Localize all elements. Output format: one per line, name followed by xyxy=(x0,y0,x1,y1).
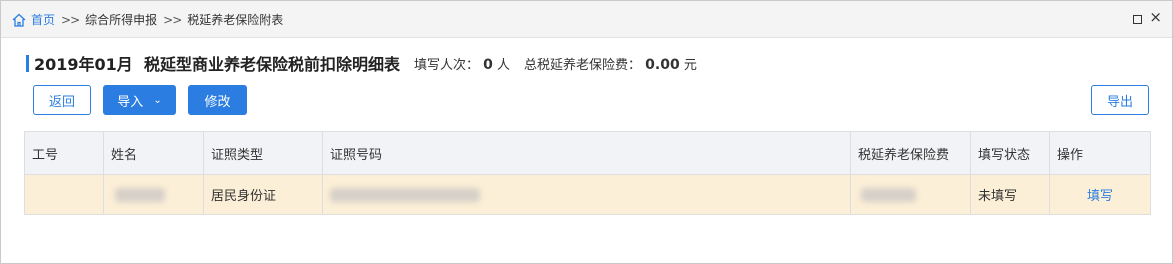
breadcrumb-item-current: 税延养老保险附表 xyxy=(187,13,284,27)
breadcrumb-home[interactable]: 首页 xyxy=(31,11,55,28)
maximize-icon[interactable] xyxy=(1133,15,1142,24)
count-summary: 填写人次： 0 人 xyxy=(414,54,510,73)
column-header-id-type[interactable]: 证照类型 xyxy=(203,131,323,175)
column-header-employee-id[interactable]: 工号 xyxy=(24,131,104,175)
total-label: 总税延养老保险费： xyxy=(524,57,642,73)
cell-id-number xyxy=(322,174,851,215)
page-header: 2019年01月 税延型商业养老保险税前扣除明细表 填写人次： 0 人 总税延养… xyxy=(26,51,697,75)
title-bar: 首页 >> 综合所得申报 >> 税延养老保险附表 × xyxy=(1,1,1172,38)
total-unit: 元 xyxy=(683,57,697,73)
breadcrumb-separator: >> xyxy=(163,12,182,27)
redacted-id-number xyxy=(330,187,480,202)
import-button[interactable]: 导入 ⌄ xyxy=(103,85,176,115)
table-row[interactable]: 居民身份证 未填写 填写 xyxy=(24,174,1151,215)
breadcrumb-separator: >> xyxy=(61,12,80,27)
count-value: 0 xyxy=(483,56,493,73)
total-summary: 总税延养老保险费： 0.00 元 xyxy=(524,54,697,73)
total-value: 0.00 xyxy=(645,56,680,73)
export-button[interactable]: 导出 xyxy=(1091,85,1149,115)
table-header-row: 工号 姓名 证照类型 证照号码 税延养老保险费 填写状态 操作 xyxy=(24,131,1151,175)
column-header-action[interactable]: 操作 xyxy=(1049,131,1151,175)
close-icon[interactable]: × xyxy=(1149,8,1162,26)
page-title: 2019年01月 税延型商业养老保险税前扣除明细表 xyxy=(34,55,400,74)
column-header-status[interactable]: 填写状态 xyxy=(970,131,1050,175)
breadcrumb: 首页 >> 综合所得申报 >> 税延养老保险附表 xyxy=(11,11,283,28)
redacted-premium xyxy=(861,187,916,202)
column-header-id-number[interactable]: 证照号码 xyxy=(322,131,851,175)
home-icon[interactable] xyxy=(11,12,27,28)
cell-premium xyxy=(850,174,971,215)
import-button-label: 导入 xyxy=(117,94,144,110)
chevron-down-icon: ⌄ xyxy=(153,94,162,106)
column-header-premium[interactable]: 税延养老保险费 xyxy=(850,131,971,175)
column-header-name[interactable]: 姓名 xyxy=(103,131,204,175)
fill-in-link[interactable]: 填写 xyxy=(1057,189,1113,204)
cell-name xyxy=(103,174,204,215)
cell-id-type: 居民身份证 xyxy=(203,174,323,215)
breadcrumb-item-comprehensive-income[interactable]: 综合所得申报 xyxy=(85,11,157,28)
title-accent-bar xyxy=(26,54,29,72)
cell-employee-id xyxy=(24,174,104,215)
cell-status: 未填写 xyxy=(970,174,1050,215)
deduction-table: 工号 姓名 证照类型 证照号码 税延养老保险费 填写状态 操作 居民身份证 未填… xyxy=(24,131,1151,215)
cell-action: 填写 xyxy=(1049,174,1151,215)
modify-button[interactable]: 修改 xyxy=(188,85,247,115)
redacted-name xyxy=(115,187,165,202)
count-label: 填写人次： xyxy=(413,57,479,73)
back-button[interactable]: 返回 xyxy=(33,85,91,115)
window: 首页 >> 综合所得申报 >> 税延养老保险附表 × 2019年01月 税延型商… xyxy=(0,0,1173,264)
count-unit: 人 xyxy=(497,57,511,73)
